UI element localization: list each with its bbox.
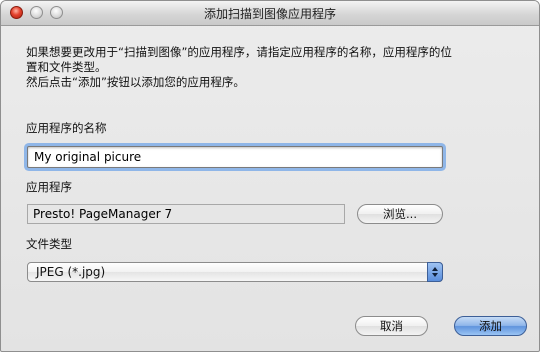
select-arrows-icon — [427, 262, 443, 282]
add-button[interactable]: 添加 — [454, 316, 527, 336]
instructions-line: 然后点击“添加”按钮以添加您的应用程序。 — [26, 75, 245, 89]
app-name-input[interactable]: My original picure — [27, 146, 443, 168]
instructions-line: 置和文件类型。 — [26, 60, 107, 74]
file-type-label: 文件类型 — [26, 237, 72, 251]
instructions-text: 如果想要更改用于“扫描到图像”的应用程序，请指定应用程序的名称，应用程序的位 置… — [26, 45, 526, 90]
dialog-content: 如果想要更改用于“扫描到图像”的应用程序，请指定应用程序的名称，应用程序的位 置… — [1, 26, 539, 351]
cancel-button[interactable]: 取消 — [355, 316, 428, 336]
application-label: 应用程序 — [26, 180, 72, 194]
instructions-line: 如果想要更改用于“扫描到图像”的应用程序，请指定应用程序的名称，应用程序的位 — [26, 45, 452, 59]
dialog-window: 添加扫描到图像应用程序 如果想要更改用于“扫描到图像”的应用程序，请指定应用程序… — [0, 0, 540, 352]
app-name-label: 应用程序的名称 — [26, 121, 107, 135]
title-bar[interactable]: 添加扫描到图像应用程序 — [1, 1, 539, 26]
browse-button[interactable]: 浏览... — [357, 204, 443, 224]
file-type-selected-value: JPEG (*.jpg) — [36, 265, 106, 279]
file-type-select[interactable]: JPEG (*.jpg) — [27, 262, 443, 282]
application-path-field: Presto! PageManager 7 — [27, 204, 345, 224]
window-title: 添加扫描到图像应用程序 — [203, 7, 336, 21]
